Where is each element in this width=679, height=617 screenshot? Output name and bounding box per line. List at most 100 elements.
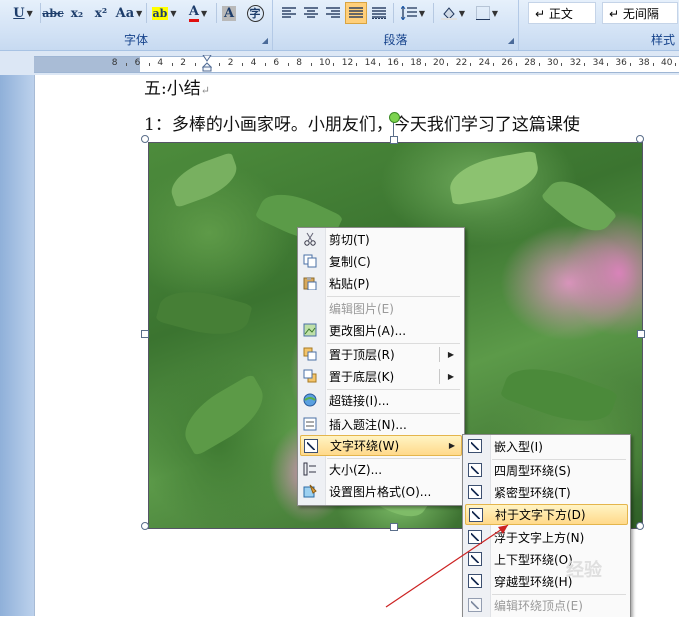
ruler-tick: [607, 63, 608, 66]
subscript-button[interactable]: x₂: [66, 2, 88, 24]
underline-button[interactable]: U ▼: [6, 2, 40, 24]
styles-group-label: 样式: [650, 33, 675, 47]
ruler-tick: [652, 63, 654, 66]
dialog-launcher-icon[interactable]: ◢: [262, 36, 268, 45]
submenu-arrow-icon: ▶: [447, 350, 454, 359]
chevron-down-icon: ▼: [458, 8, 466, 18]
doc-heading[interactable]: 五:小结↵: [144, 74, 210, 99]
char-shading-button[interactable]: A: [218, 2, 240, 24]
size-icon: [302, 461, 318, 477]
menu-item-bring-to-front[interactable]: 置于顶层(R) ▶: [300, 344, 460, 365]
chevron-down-icon: ▼: [26, 8, 33, 18]
ruler-number: 24: [478, 58, 491, 68]
change-case-button[interactable]: Aa ▼: [114, 2, 144, 24]
resize-handle-e[interactable]: [637, 330, 645, 338]
ruler-number: 26: [501, 58, 513, 68]
dialog-launcher-icon[interactable]: ◢: [508, 36, 514, 45]
resize-handle-w[interactable]: [141, 330, 149, 338]
hyperlink-icon: [302, 392, 318, 408]
ribbon: U ▼ abc x₂ x² Aa ▼ ab ▼ A ▼ A 字 字体 ◢ ▼ ▼…: [0, 0, 679, 51]
ruler-tick: [447, 63, 449, 66]
submenu-item-inline[interactable]: 嵌入型(I): [465, 436, 625, 457]
superscript-button[interactable]: x²: [90, 2, 112, 24]
ruler-number: 8: [111, 58, 118, 68]
menu-item-insert-caption[interactable]: 插入题注(N)...: [300, 414, 460, 435]
strikethrough-button[interactable]: abc: [42, 2, 64, 24]
menu-item-size[interactable]: 大小(Z)...: [300, 459, 460, 480]
wrap-inline-icon: [467, 438, 483, 454]
scissors-icon: [302, 231, 318, 247]
watermark: 经验: [566, 560, 602, 581]
line-spacing-button[interactable]: ▼: [397, 2, 429, 24]
menu-item-send-to-back[interactable]: 置于底层(K) ▶: [300, 366, 460, 387]
ruler-tick: [356, 63, 358, 66]
ruler-tick: [242, 63, 244, 66]
ruler-number: 2: [227, 58, 234, 68]
ruler-tick: [629, 63, 631, 66]
menu-item-copy[interactable]: 复制(C): [300, 251, 460, 272]
ruler-tick: [149, 63, 150, 66]
justify-icon: [349, 7, 363, 18]
ruler-number: 2: [180, 58, 186, 68]
submenu-item-square[interactable]: 四周型环绕(S): [465, 460, 625, 481]
style-no-spacing[interactable]: ↵ 无间隔: [602, 2, 678, 24]
distributed-icon: [372, 7, 386, 19]
chevron-down-icon: ▼: [491, 8, 499, 18]
style-normal[interactable]: ↵ 正文: [528, 2, 596, 24]
resize-handle-n[interactable]: [390, 136, 398, 144]
resize-handle-se[interactable]: [636, 522, 644, 530]
border-button[interactable]: ▼: [471, 2, 503, 24]
ruler-tick: [126, 63, 128, 66]
font-color-button[interactable]: A ▼: [182, 2, 214, 24]
menu-item-edit-picture: 编辑图片(E): [329, 302, 394, 316]
doc-line-1[interactable]: 1：多棒的小画家呀。小朋友们，今天我们学习了这篇课使: [144, 110, 580, 135]
ruler-number: 4: [157, 58, 164, 68]
paragraph-group: ▼ ▼ ▼ 段落 ◢: [273, 0, 519, 50]
menu-item-paste[interactable]: 粘贴(P): [300, 273, 460, 294]
chevron-down-icon: ▼: [200, 8, 208, 18]
submenu-arrow-icon: ▶: [447, 372, 454, 381]
justify-button[interactable]: [345, 2, 367, 24]
indent-marker-icon[interactable]: [202, 55, 212, 72]
align-center-icon: [304, 7, 318, 18]
ruler-number: 22: [455, 58, 468, 68]
chevron-down-icon: ▼: [170, 8, 177, 18]
ruler-tick: [424, 63, 426, 66]
align-right-button[interactable]: [323, 2, 343, 24]
chevron-down-icon: ▼: [418, 8, 426, 18]
ruler-tick: [287, 63, 289, 66]
menu-item-format-picture[interactable]: 设置图片格式(O)...: [300, 481, 460, 502]
menu-item-hyperlink[interactable]: 超链接(I)...: [300, 390, 460, 411]
ruler-tick: [219, 63, 221, 66]
distributed-button[interactable]: [369, 2, 389, 24]
shading-button[interactable]: ▼: [437, 2, 469, 24]
ruler-number: 28: [524, 58, 536, 68]
align-center-button[interactable]: [301, 2, 321, 24]
resize-handle-sw[interactable]: [141, 522, 149, 530]
align-left-button[interactable]: [279, 2, 299, 24]
styles-group: ↵ 正文 ↵ 无间隔 样式: [520, 0, 679, 50]
text-wrap-icon: [303, 438, 319, 454]
ruler-number: 40: [661, 58, 673, 68]
enclose-char-button[interactable]: 字: [244, 2, 266, 24]
menu-item-text-wrapping[interactable]: 文字环绕(W) ▶: [300, 435, 462, 456]
menu-item-cut[interactable]: 剪切(T): [300, 229, 460, 250]
change-picture-icon: [302, 322, 318, 338]
submenu-item-tight[interactable]: 紧密型环绕(T): [465, 482, 625, 503]
ruler-tick: [538, 63, 540, 66]
ruler-tick: [379, 63, 380, 66]
ruler-number: 18: [410, 58, 422, 68]
menu-item-change-picture[interactable]: 更改图片(A)...: [300, 320, 460, 341]
ruler-number: 20: [433, 58, 445, 68]
highlight-button[interactable]: ab ▼: [148, 2, 180, 24]
ruler-number: 12: [341, 58, 354, 68]
rotation-handle[interactable]: [389, 112, 400, 123]
page-margin: [0, 75, 34, 616]
resize-handle-ne[interactable]: [636, 135, 644, 143]
wrap-square-icon: [467, 462, 483, 478]
format-picture-icon: [302, 483, 318, 499]
resize-handle-nw[interactable]: [141, 135, 149, 143]
line-spacing-icon: [400, 6, 417, 20]
paste-icon: [302, 275, 318, 291]
horizontal-ruler[interactable]: 8 6 4 2 2 4 6 8 10 12 14 16 18 20 22 24 26 28 30 32 34 36 38 40…: [34, 56, 679, 73]
